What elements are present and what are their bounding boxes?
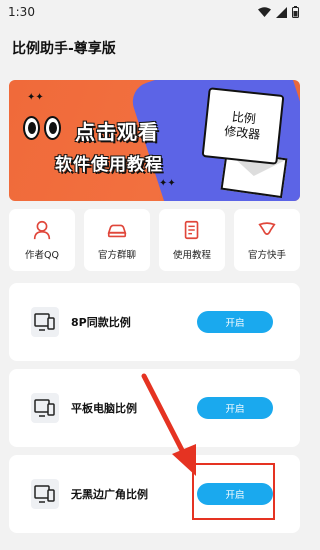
shortcut-row: 作者QQ 官方群聊 使用教程 官方快手: [9, 209, 300, 271]
shortcut-author-qq[interactable]: 作者QQ: [9, 209, 75, 271]
app-bar: 比例助手-尊享版: [0, 24, 309, 72]
status-bar: 1:30: [0, 0, 309, 24]
banner-subheadline: 软件使用教程: [55, 155, 163, 175]
eyes-icon: [23, 116, 61, 140]
card-label: 平板电脑比例: [71, 402, 137, 415]
status-time: 1:30: [8, 5, 35, 19]
shortcut-label: 官方快手: [247, 250, 286, 261]
shortcut-label: 官方群聊: [97, 250, 136, 261]
app-title: 比例助手-尊享版: [12, 41, 116, 57]
shortcut-kuaishou[interactable]: 官方快手: [234, 209, 300, 271]
kuaishou-icon: [258, 222, 276, 235]
shortcut-label: 作者QQ: [25, 250, 59, 261]
eye-icon: [44, 116, 61, 140]
open-button[interactable]: 开启: [197, 311, 273, 333]
note-line: 修改器: [223, 124, 261, 142]
status-icons: [258, 6, 299, 18]
device-icon: [31, 479, 59, 509]
shortcut-tutorial[interactable]: 使用教程: [159, 209, 225, 271]
device-icon: [31, 307, 59, 337]
shortcut-official-group[interactable]: 官方群聊: [84, 209, 150, 271]
person-icon: [33, 220, 51, 240]
battery-icon: [292, 6, 299, 18]
banner-headline: 点击观看: [75, 120, 159, 144]
card-label: 8P同款比例: [71, 316, 131, 329]
card-label: 无黑边广角比例: [71, 488, 148, 501]
red-arrow-icon: [141, 373, 196, 476]
sparkle-icon: ✦✦: [159, 178, 176, 189]
ratio-card-8p: 8P同款比例 开启: [9, 283, 300, 361]
wifi-icon: [258, 6, 271, 17]
eye-icon: [23, 116, 40, 140]
sparkle-icon: ✦✦: [27, 92, 44, 103]
device-icon: [31, 393, 59, 423]
car-icon: [107, 224, 127, 238]
shortcut-label: 使用教程: [172, 250, 211, 261]
tutorial-banner[interactable]: ✦✦ ✦✦ 点击观看 软件使用教程 比例 修改器: [9, 80, 300, 201]
document-icon: [184, 220, 199, 240]
signal-icon: [276, 6, 287, 18]
banner-note: 比例 修改器: [201, 87, 285, 165]
